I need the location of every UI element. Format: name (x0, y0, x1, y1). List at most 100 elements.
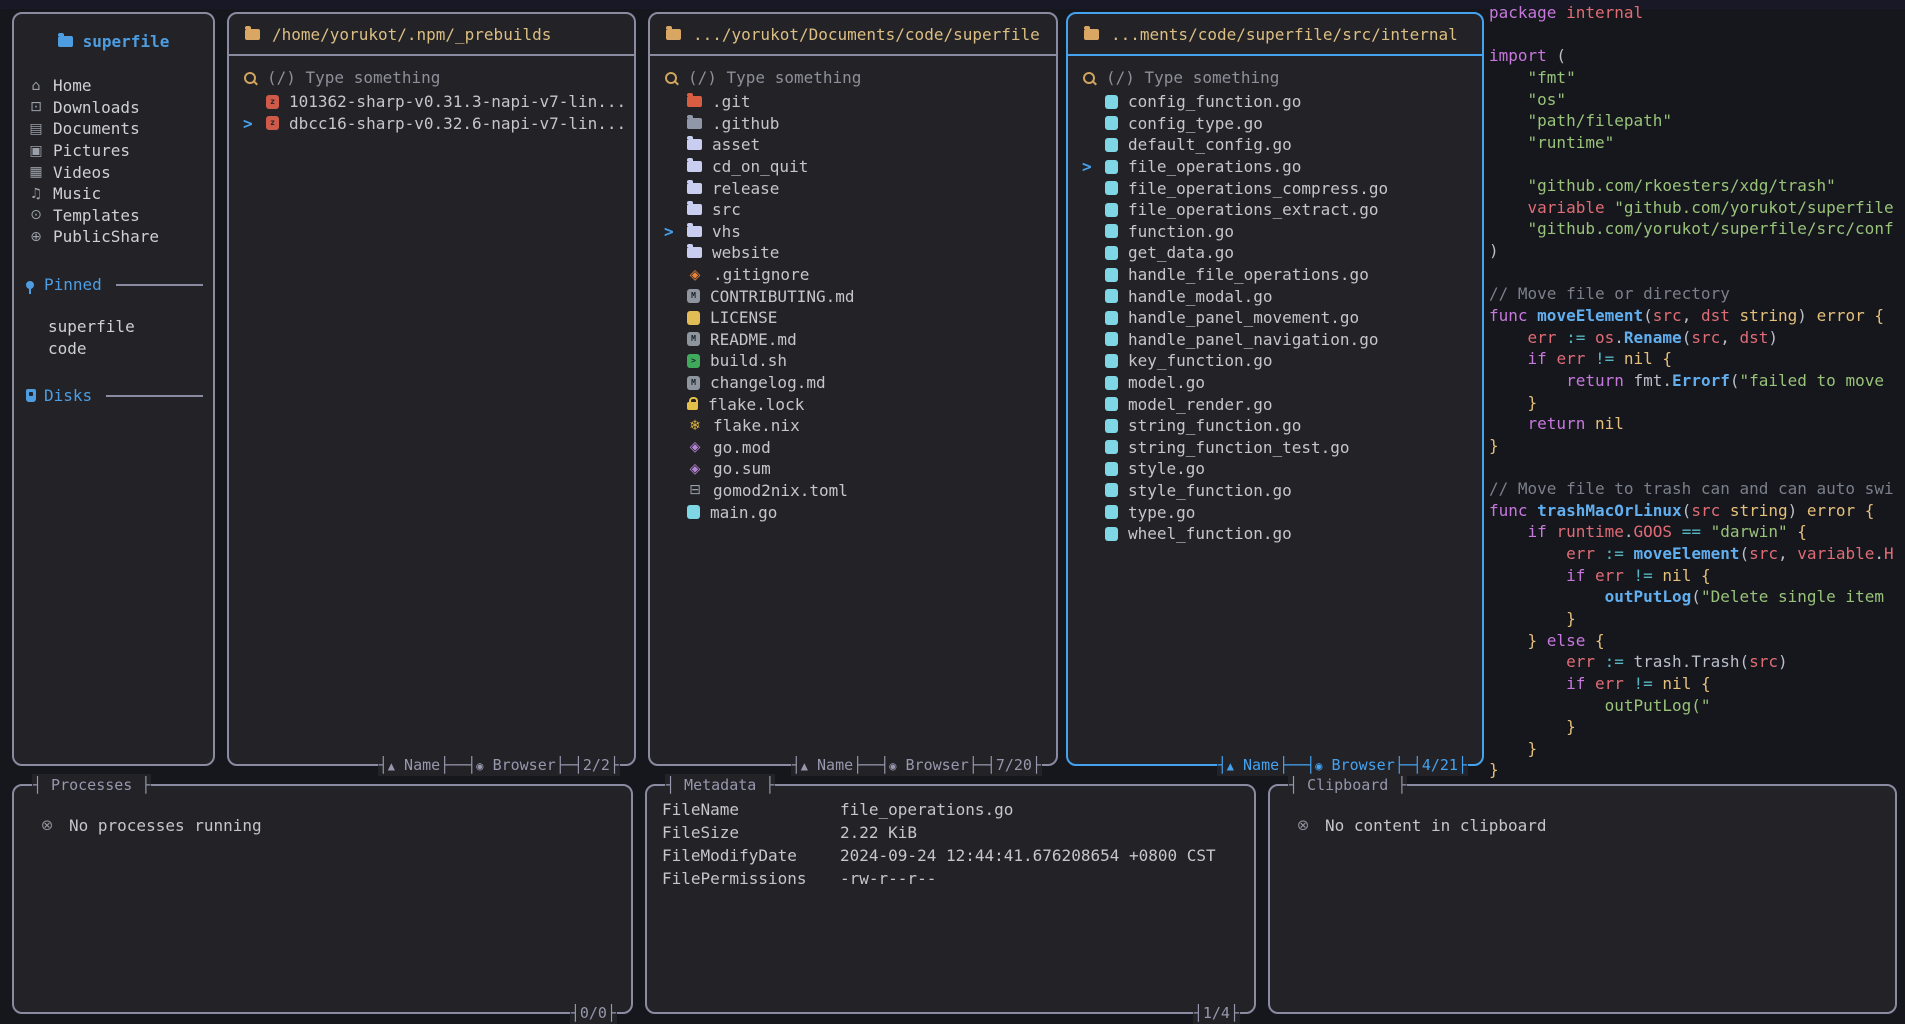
code-line: "os" (1489, 89, 1903, 111)
file-row[interactable]: z101362-sharp-v0.31.3-napi-v7-lin... (229, 91, 634, 113)
file-row[interactable]: model.go (1068, 372, 1482, 394)
sidebar-item-pictures[interactable]: ▣Pictures (14, 140, 213, 162)
file-type-icon (687, 311, 700, 325)
file-row[interactable]: wheel_function.go (1068, 523, 1482, 545)
sidebar-item-label: Templates (53, 206, 140, 225)
code-line: if err != nil { (1489, 673, 1903, 695)
file-row[interactable]: handle_panel_movement.go (1068, 307, 1482, 329)
sidebar-item-videos[interactable]: ▦Videos (14, 161, 213, 183)
file-row[interactable]: ❄flake.nix (650, 415, 1056, 437)
file-row[interactable]: .git (650, 91, 1056, 113)
file-row[interactable]: flake.lock (650, 393, 1056, 415)
file-row[interactable]: release (650, 177, 1056, 199)
code-line: outPutLog("Delete single item (1489, 586, 1903, 608)
sort-tab[interactable]: ▲ Name (388, 756, 440, 774)
file-row[interactable]: .github (650, 113, 1056, 135)
file-row[interactable]: key_function.go (1068, 350, 1482, 372)
file-row[interactable]: config_type.go (1068, 113, 1482, 135)
folder-icon (687, 247, 702, 258)
file-row[interactable]: >zdbcc16-sharp-v0.32.6-napi-v7-lin... (229, 113, 634, 135)
file-row[interactable]: style_function.go (1068, 480, 1482, 502)
file-row[interactable]: asset (650, 134, 1056, 156)
count-label: 2/2 (583, 756, 610, 774)
sidebar-item-documents[interactable]: ▤Documents (14, 118, 213, 140)
file-name: cd_on_quit (712, 157, 808, 176)
file-row[interactable]: file_operations_compress.go (1068, 177, 1482, 199)
pinned-item-superfile[interactable]: superfile (14, 316, 213, 338)
file-row[interactable]: string_function.go (1068, 415, 1482, 437)
file-row[interactable]: MCONTRIBUTING.md (650, 285, 1056, 307)
file-panel-prebuilds: /home/yorukot/.npm/_prebuilds (/) Type s… (227, 12, 636, 766)
sort-tab[interactable]: ▲ Name (801, 756, 853, 774)
file-row[interactable]: config_function.go (1068, 91, 1482, 113)
file-row[interactable]: >file_operations.go (1068, 156, 1482, 178)
file-row[interactable]: function.go (1068, 221, 1482, 243)
file-row[interactable]: ◈go.sum (650, 458, 1056, 480)
file-row[interactable]: src (650, 199, 1056, 221)
file-row[interactable]: MREADME.md (650, 329, 1056, 351)
sidebar-item-downloads[interactable]: ⊡Downloads (14, 97, 213, 119)
sort-tab[interactable]: ▲ Name (1227, 756, 1279, 774)
file-row[interactable]: string_function_test.go (1068, 437, 1482, 459)
search-input[interactable]: (/) Type something (1068, 68, 1482, 87)
file-row[interactable]: Mchangelog.md (650, 372, 1056, 394)
file-name: key_function.go (1128, 351, 1273, 370)
publicshare-icon: ⊕ (28, 230, 44, 244)
code-line (1489, 24, 1903, 46)
file-row[interactable]: ◈go.mod (650, 437, 1056, 459)
file-name: style.go (1128, 459, 1205, 478)
file-row[interactable]: >vhs (650, 221, 1056, 243)
folder-icon (687, 204, 702, 215)
code-line: } (1489, 716, 1903, 738)
file-row[interactable]: type.go (1068, 501, 1482, 523)
file-row[interactable]: ⊟gomod2nix.toml (650, 480, 1056, 502)
file-row[interactable]: file_operations_extract.go (1068, 199, 1482, 221)
file-row[interactable]: handle_file_operations.go (1068, 264, 1482, 286)
file-name: asset (712, 135, 760, 154)
file-type-icon: ◈ (687, 440, 703, 454)
sidebar-item-label: Home (53, 76, 92, 95)
code-line: return fmt.Errorf("failed to move (1489, 370, 1903, 392)
file-row[interactable]: get_data.go (1068, 242, 1482, 264)
pinned-label: Pinned (44, 275, 102, 294)
file-row[interactable]: website (650, 242, 1056, 264)
sidebar-item-publicshare[interactable]: ⊕PublicShare (14, 226, 213, 248)
sort-label: Name (404, 756, 440, 774)
sidebar-item-label: Music (53, 184, 101, 203)
file-row[interactable]: cd_on_quit (650, 156, 1056, 178)
file-row[interactable]: main.go (650, 501, 1056, 523)
file-name: file_operations.go (1128, 157, 1301, 176)
file-name: README.md (710, 330, 797, 349)
code-line (1489, 153, 1903, 175)
code-line (1489, 262, 1903, 284)
sidebar-item-templates[interactable]: ⊙Templates (14, 205, 213, 227)
file-name: config_type.go (1128, 114, 1263, 133)
processes-header: ┤ Processes ├ (32, 774, 151, 796)
pinned-item-code[interactable]: code (14, 337, 213, 359)
mode-tab[interactable]: ◉ Browser (889, 756, 968, 774)
mode-tab[interactable]: ◉ Browser (1315, 756, 1394, 774)
file-row[interactable]: >build.sh (650, 350, 1056, 372)
metadata-key: FilePermissions (647, 869, 840, 888)
code-line: variable "github.com/yorukot/superfile (1489, 197, 1903, 219)
search-input[interactable]: (/) Type something (650, 68, 1056, 87)
mode-tab[interactable]: ◉ Browser (476, 756, 555, 774)
file-row[interactable]: handle_modal.go (1068, 285, 1482, 307)
file-row[interactable]: model_render.go (1068, 393, 1482, 415)
file-row[interactable]: default_config.go (1068, 134, 1482, 156)
sidebar-item-label: Videos (53, 163, 111, 182)
file-row[interactable]: style.go (1068, 458, 1482, 480)
sidebar-item-home[interactable]: ⌂Home (14, 75, 213, 97)
file-type-icon (1105, 160, 1118, 174)
file-name: gomod2nix.toml (713, 481, 848, 500)
file-name: handle_modal.go (1128, 287, 1273, 306)
file-row[interactable]: LICENSE (650, 307, 1056, 329)
file-row[interactable]: ◈.gitignore (650, 264, 1056, 286)
code-line: "path/filepath" (1489, 110, 1903, 132)
search-input[interactable]: (/) Type something (229, 68, 634, 87)
panel-path: .../yorukot/Documents/code/superfile (693, 25, 1040, 44)
app-title: superfile (83, 32, 170, 51)
file-type-icon (1105, 397, 1118, 411)
sidebar-item-music[interactable]: ♫Music (14, 183, 213, 205)
file-row[interactable]: handle_panel_navigation.go (1068, 329, 1482, 351)
